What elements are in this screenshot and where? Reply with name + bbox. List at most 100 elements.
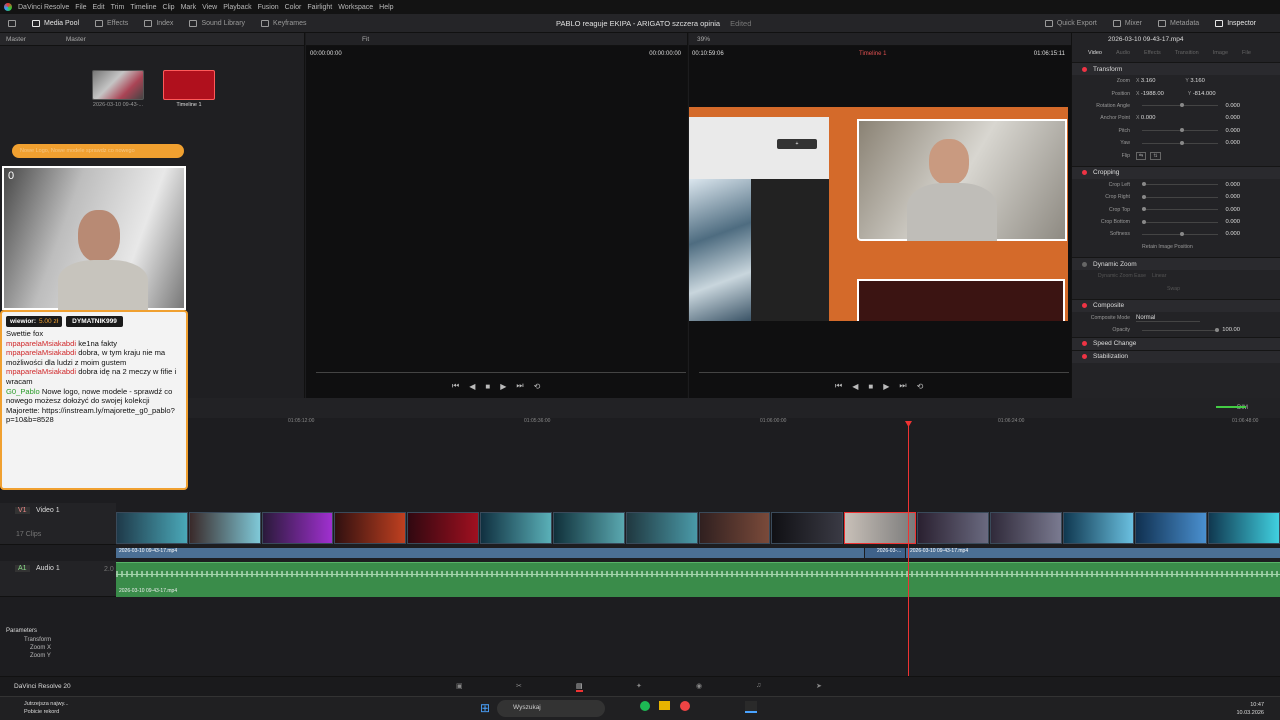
enable-dot[interactable]: [1082, 341, 1087, 347]
section-transform[interactable]: Transform: [1072, 62, 1280, 75]
pitch-row[interactable]: Pitch 0.000: [1072, 125, 1280, 137]
menu-file[interactable]: File: [75, 4, 86, 11]
loop-icon[interactable]: ⟲: [917, 382, 924, 391]
menu-color[interactable]: Color: [285, 4, 302, 11]
fairlight-page-icon[interactable]: ♫: [756, 682, 761, 689]
timeline-name[interactable]: Timeline 1: [859, 51, 886, 57]
enable-dot[interactable]: [1082, 66, 1087, 72]
edit-page-icon[interactable]: ▤: [576, 682, 583, 692]
enable-dot[interactable]: [1082, 261, 1087, 267]
play-icon[interactable]: ▶: [500, 382, 506, 391]
quick-export-button[interactable]: Quick Export: [1037, 14, 1105, 33]
effects-button[interactable]: Effects: [87, 14, 136, 33]
tab-transition[interactable]: Transition: [1175, 50, 1199, 58]
inspector-button[interactable]: Inspector: [1207, 14, 1264, 33]
metadata-button[interactable]: Metadata: [1150, 14, 1207, 33]
menu-edit[interactable]: Edit: [93, 4, 105, 11]
next-icon[interactable]: ⏭: [516, 381, 523, 391]
flip-vertical-icon[interactable]: ⇅: [1150, 151, 1161, 160]
playhead[interactable]: [908, 425, 909, 676]
loop-icon[interactable]: ⟲: [534, 382, 541, 391]
tab-image[interactable]: Image: [1213, 50, 1228, 58]
deliver-page-icon[interactable]: ➤: [816, 682, 822, 690]
fusion-page-icon[interactable]: ✦: [636, 682, 642, 690]
tab-effects[interactable]: Effects: [1144, 50, 1161, 58]
viewer-zoom[interactable]: 39%: [697, 36, 710, 43]
enable-dot[interactable]: [1082, 170, 1087, 176]
sound-library-button[interactable]: Sound Library: [181, 14, 253, 33]
bin-master-left[interactable]: Master: [6, 36, 26, 43]
menu-mark[interactable]: Mark: [181, 4, 197, 11]
anchor-row[interactable]: Anchor Point X 0.000 0.000: [1072, 112, 1280, 124]
clip-thumb-1[interactable]: 2026-03-10 09-43-...: [92, 70, 144, 108]
section-composite[interactable]: Composite: [1072, 298, 1280, 312]
bin-master-right[interactable]: Master: [66, 36, 86, 43]
param-zoom-y[interactable]: Zoom Y: [0, 652, 116, 660]
timeline-thumb[interactable]: Timeline 1: [163, 70, 215, 108]
chrome-icon[interactable]: [680, 701, 690, 711]
crop-top-row[interactable]: Crop Top 0.000: [1072, 204, 1280, 216]
clip-label-bar-2[interactable]: 2026-03-...: [865, 548, 905, 558]
next-icon[interactable]: ⏭: [899, 381, 906, 391]
tab-video[interactable]: Video: [1088, 50, 1102, 58]
color-page-icon[interactable]: ◉: [696, 682, 702, 690]
menu-workspace[interactable]: Workspace: [338, 4, 373, 11]
index-button[interactable]: Index: [136, 14, 181, 33]
weather-widget[interactable]: Jutrzejsza najwy... Pobicie rekord: [24, 700, 69, 716]
crop-right-row[interactable]: Crop Right 0.000: [1072, 191, 1280, 203]
tab-audio[interactable]: Audio: [1116, 50, 1130, 58]
tab-file[interactable]: File: [1242, 50, 1251, 58]
composite-mode-select[interactable]: Normal: [1136, 315, 1200, 322]
stop-icon[interactable]: ■: [485, 382, 490, 391]
menu-clip[interactable]: Clip: [163, 4, 175, 11]
composite-mode-row[interactable]: Composite Mode Normal: [1072, 312, 1280, 324]
prev-icon[interactable]: ⏮: [835, 381, 842, 391]
folder-icon[interactable]: [659, 701, 670, 710]
play-icon[interactable]: ▶: [883, 382, 889, 391]
media-page-icon[interactable]: ▣: [456, 682, 463, 690]
timeline-ruler[interactable]: 01:05:12:00 01:05:36:00 01:06:00:00 01:0…: [116, 418, 1280, 430]
menu-help[interactable]: Help: [379, 4, 393, 11]
viewer-fit[interactable]: Fit: [362, 36, 369, 43]
volume-slider[interactable]: [1216, 406, 1246, 408]
audio-clip[interactable]: 2026-03-10 09-43-17.mp4: [116, 562, 1280, 597]
taskbar-search[interactable]: Wyszukaj: [497, 700, 605, 717]
pos-y-value[interactable]: -814.000: [1193, 91, 1216, 97]
enable-dot[interactable]: [1082, 303, 1087, 309]
clip-label-bar[interactable]: 2026-03-10 09-43-17.mp4: [116, 548, 864, 558]
section-cropping[interactable]: Cropping: [1072, 165, 1280, 179]
rewind-icon[interactable]: ◀: [469, 382, 475, 391]
softness-row[interactable]: Softness 0.000: [1072, 228, 1280, 240]
menu-playback[interactable]: Playback: [223, 4, 251, 11]
retain-image-checkbox[interactable]: Retain Image Position: [1072, 241, 1280, 253]
zoom-y-value[interactable]: 3.160: [1190, 78, 1205, 84]
menu-fusion[interactable]: Fusion: [258, 4, 279, 11]
spotify-icon[interactable]: [640, 701, 650, 711]
enable-dot[interactable]: [1082, 354, 1087, 360]
pos-x-value[interactable]: -1988.00: [1141, 91, 1164, 97]
rewind-icon[interactable]: ◀: [852, 382, 858, 391]
crop-bottom-row[interactable]: Crop Bottom 0.000: [1072, 216, 1280, 228]
rotation-row[interactable]: Rotation Angle 0.000: [1072, 100, 1280, 112]
menu-view[interactable]: View: [202, 4, 217, 11]
resolve-taskbar-icon[interactable]: [745, 701, 757, 713]
stop-icon[interactable]: ■: [868, 382, 873, 391]
flip-row[interactable]: Flip ⇆ ⇅: [1072, 149, 1280, 161]
section-stabilization[interactable]: Stabilization: [1072, 349, 1280, 363]
media-pool-button[interactable]: Media Pool: [24, 14, 87, 33]
yaw-row[interactable]: Yaw 0.000: [1072, 137, 1280, 149]
zoom-row[interactable]: Zoom X 3.160 Y 3.160: [1072, 75, 1280, 87]
mixer-button[interactable]: Mixer: [1105, 14, 1150, 33]
clip-label-bar-3[interactable]: 2026-03-10 09-43-17.mp4: [906, 548, 1280, 558]
menu-trim[interactable]: Trim: [111, 4, 125, 11]
crop-left-row[interactable]: Crop Left 0.000: [1072, 179, 1280, 191]
zoom-x-value[interactable]: 3.160: [1141, 78, 1156, 84]
menu-timeline[interactable]: Timeline: [130, 4, 156, 11]
layout-icon[interactable]: [0, 14, 24, 33]
position-row[interactable]: Position X -1988.00 Y -814.000: [1072, 87, 1280, 99]
section-dynamic-zoom[interactable]: Dynamic Zoom: [1072, 257, 1280, 271]
section-speed-change[interactable]: Speed Change: [1072, 336, 1280, 350]
keyframes-button[interactable]: Keyframes: [253, 14, 314, 33]
param-zoom-x[interactable]: Zoom X: [0, 644, 116, 652]
flip-horizontal-icon[interactable]: ⇆: [1136, 151, 1147, 160]
